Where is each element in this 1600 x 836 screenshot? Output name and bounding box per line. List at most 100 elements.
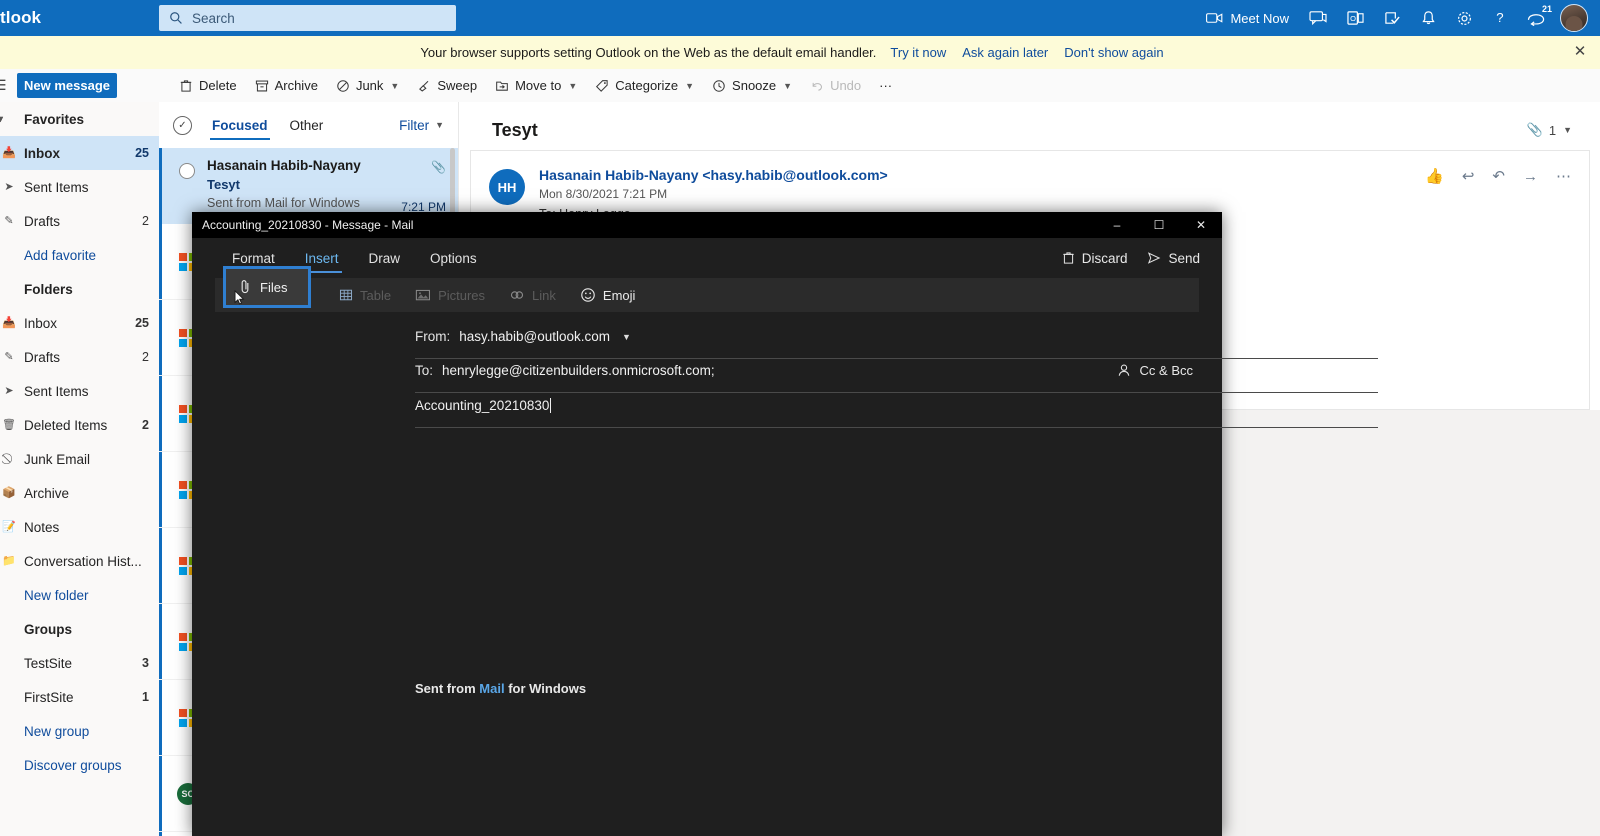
chevron-down-icon: ▼ <box>783 80 793 91</box>
tab-options[interactable]: Options <box>415 238 492 278</box>
search-input[interactable]: Search <box>159 5 456 31</box>
filter-label: Filter <box>399 117 430 133</box>
move-to-button[interactable]: Move to ▼ <box>486 69 586 102</box>
tab-draw[interactable]: Draw <box>354 238 416 278</box>
top-bar-actions: Meet Now O ? 21 <box>1196 0 1594 36</box>
favorites-header[interactable]: ▼ Favorites <box>0 102 159 136</box>
reply-icon[interactable]: ↩ <box>1462 167 1475 185</box>
chevron-down-icon: ▼ <box>390 80 400 91</box>
reply-all-icon[interactable]: ↶ <box>1492 167 1505 185</box>
minimize-icon[interactable]: – <box>1096 212 1138 238</box>
ask-again-later-link[interactable]: Ask again later <box>962 45 1048 60</box>
bell-icon <box>1422 11 1435 25</box>
dialog-tabs: Format Insert Draw Options Discard Send <box>192 238 1222 278</box>
dialog-title-bar[interactable]: Accounting_20210830 - Message - Mail – ☐… <box>192 212 1222 238</box>
notifications-button[interactable] <box>1411 0 1446 36</box>
filter-button[interactable]: Filter ▼ <box>399 102 444 148</box>
thumbs-up-icon[interactable]: 👍 <box>1425 167 1444 185</box>
cc-bcc-button[interactable]: Cc & Bcc <box>1117 363 1193 378</box>
archive-label: Archive <box>274 78 318 93</box>
outlook-app-icon: O <box>1347 11 1364 25</box>
avatar[interactable] <box>1560 4 1588 32</box>
sidebar-item-drafts-favorite[interactable]: ✎ Drafts 2 <box>0 204 159 238</box>
meet-now-button[interactable]: Meet Now <box>1196 0 1299 36</box>
tab-other[interactable]: Other <box>288 102 326 148</box>
subject-field-row[interactable]: Accounting_20210830 <box>415 398 1222 413</box>
circle-check-icon[interactable]: ✓ <box>173 115 192 135</box>
categorize-button[interactable]: Categorize ▼ <box>586 69 703 102</box>
tab-focused[interactable]: Focused <box>210 102 270 148</box>
feedback-button[interactable]: 21 <box>1517 0 1556 36</box>
message-sender[interactable]: Hasanain Habib-Nayany <hasy.habib@outloo… <box>539 167 888 183</box>
chevron-down-icon[interactable]: ▼ <box>622 332 631 342</box>
paperclip-icon: 📎 <box>431 160 446 174</box>
sidebar-item-inbox[interactable]: 📥 Inbox 25 <box>0 306 159 340</box>
mail-link[interactable]: Mail <box>479 681 504 696</box>
sweep-button[interactable]: Sweep <box>408 69 486 102</box>
sidebar-item-count: 2 <box>142 214 149 228</box>
sidebar-item-notes[interactable]: 📝 Notes <box>0 510 159 544</box>
move-to-label: Move to <box>515 78 562 93</box>
text-caret <box>550 398 552 413</box>
archive-box-icon: 📦 <box>2 487 16 499</box>
junk-button[interactable]: Junk ▼ <box>327 69 408 102</box>
sidebar-item-firstsite[interactable]: FirstSite 1 <box>0 680 159 714</box>
close-icon[interactable]: ✕ <box>1572 44 1588 60</box>
new-group-link[interactable]: New group <box>0 714 159 748</box>
sidebar-item-archive[interactable]: 📦 Archive <box>0 476 159 510</box>
delete-label: Delete <box>199 78 237 93</box>
sidebar-item-sent-favorite[interactable]: ➤ Sent Items <box>0 170 159 204</box>
groups-header[interactable]: ▼ Groups <box>0 114 159 646</box>
dont-show-again-link[interactable]: Don't show again <box>1064 45 1163 60</box>
insert-files-button[interactable]: Files <box>223 266 311 308</box>
hamburger-menu-icon[interactable]: ☰ <box>0 77 12 94</box>
sidebar-item-inbox-favorite[interactable]: 📥 Inbox 25 <box>0 136 159 170</box>
table-icon <box>339 289 353 301</box>
sidebar-item-sent-items[interactable]: ➤ Sent Items <box>0 374 159 408</box>
snooze-button[interactable]: Snooze ▼ <box>703 69 801 102</box>
archive-button[interactable]: Archive <box>246 69 327 102</box>
more-icon[interactable]: ⋯ <box>1556 167 1571 185</box>
maximize-icon[interactable]: ☐ <box>1138 212 1180 238</box>
to-field-row[interactable]: To: henrylegge@citizenbuilders.onmicroso… <box>415 363 1222 378</box>
send-button[interactable]: Send <box>1147 251 1200 266</box>
discover-groups-link[interactable]: Discover groups <box>0 748 159 782</box>
picture-icon <box>415 289 431 301</box>
delete-button[interactable]: Delete <box>170 69 246 102</box>
settings-button[interactable] <box>1446 0 1483 36</box>
undo-button: Undo <box>801 69 870 102</box>
sidebar-item-drafts[interactable]: ✎ Drafts 2 <box>0 340 159 374</box>
trash-icon <box>180 79 192 92</box>
from-field-row[interactable]: From: hasy.habib@outlook.com ▼ <box>415 329 1222 344</box>
sidebar-item-label: FirstSite <box>24 689 74 705</box>
message-body-signature[interactable]: Sent from Mail for Windows <box>415 681 586 696</box>
help-button[interactable]: ? <box>1483 0 1517 36</box>
subject-value: Accounting_20210830 <box>415 398 550 413</box>
sidebar-item-testsite[interactable]: TestSite 3 <box>0 646 159 680</box>
to-divider <box>415 392 1378 393</box>
add-favorite-link[interactable]: Add favorite <box>0 238 159 272</box>
send-icon <box>1148 252 1161 264</box>
close-icon[interactable]: ✕ <box>1180 212 1222 238</box>
dialog-primary-actions: Discard Send <box>1062 238 1200 278</box>
new-message-button[interactable]: New message <box>17 73 117 98</box>
sidebar-item-conversation-history[interactable]: 📁 Conversation Hist... <box>0 544 159 578</box>
forward-icon[interactable]: → <box>1523 168 1538 185</box>
draft-icon: ✎ <box>4 351 14 363</box>
sidebar-item-deleted-items[interactable]: 🗑 Deleted Items 2 <box>0 408 159 442</box>
svg-text:O: O <box>1350 14 1356 23</box>
compose-mail-dialog: Accounting_20210830 - Message - Mail – ☐… <box>192 212 1378 836</box>
folders-header[interactable]: ▼ Folders <box>0 114 159 306</box>
more-commands-button[interactable]: ··· <box>870 69 901 102</box>
new-folder-link[interactable]: New folder <box>0 578 159 612</box>
chat-button[interactable] <box>1299 0 1337 36</box>
outlook-app-button[interactable]: O <box>1337 0 1374 36</box>
sidebar-item-label: Inbox <box>24 145 60 161</box>
sidebar-item-junk-email[interactable]: ⃠ Junk Email <box>0 442 159 476</box>
task-check-button[interactable] <box>1374 0 1411 36</box>
insert-emoji-button[interactable]: Emoji <box>568 281 648 309</box>
discard-button[interactable]: Discard <box>1062 251 1127 266</box>
unread-toggle[interactable] <box>179 163 195 179</box>
try-it-now-link[interactable]: Try it now <box>890 45 946 60</box>
attachment-indicator[interactable]: 📎 1 ▼ <box>1527 122 1572 138</box>
